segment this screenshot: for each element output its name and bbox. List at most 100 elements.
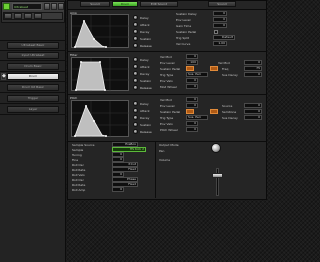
header-button-3[interactable] xyxy=(58,3,64,10)
filter-extra-label: Vel Mod xyxy=(218,61,230,65)
nav-item-drum[interactable]: Drum xyxy=(7,73,59,80)
nav-item-ultrabeat-basic[interactable]: Ultrabeat Basic xyxy=(7,42,59,49)
sample-field-label: Roll Osc xyxy=(72,178,84,182)
filter-sustain-label: Sustain xyxy=(140,79,152,83)
amp-sustain-label: Sustain xyxy=(140,37,152,41)
tab-sound-right[interactable]: Sound xyxy=(208,1,236,7)
pitch-param-value[interactable]: 0 xyxy=(186,127,198,132)
sample-field-label: Roll Amp xyxy=(72,188,86,192)
amp-sustain-pedal-checkbox[interactable] xyxy=(214,30,218,34)
pitch-sustain-knob[interactable] xyxy=(133,122,138,127)
amp-param-value[interactable]: 0 xyxy=(213,17,227,22)
pitch-param-value[interactable]: 0 xyxy=(186,121,198,126)
pitch-param-label: Sustain Pedal xyxy=(160,110,181,114)
filter-param-value[interactable]: 0 xyxy=(186,78,198,83)
header-button-1[interactable] xyxy=(44,3,50,10)
pitch-sustain-pedal-toggle[interactable] xyxy=(186,109,194,114)
section-divider xyxy=(155,142,156,198)
volume-fader-handle[interactable] xyxy=(212,172,223,178)
tab-edit-sound[interactable]: Edit Sound xyxy=(140,1,178,7)
filter-envelope-graph[interactable] xyxy=(71,57,130,92)
amp-delay-label: Delay xyxy=(140,16,149,20)
nav-divider xyxy=(0,71,66,72)
pitch-param-value[interactable]: 0 xyxy=(186,103,198,108)
amp-decay-label: Decay xyxy=(140,30,150,34)
header-button-2[interactable] xyxy=(51,3,57,10)
output-mode-label: Pan xyxy=(159,149,165,153)
amp-attack-knob[interactable] xyxy=(133,22,138,27)
pitch-mode-toggle[interactable] xyxy=(210,109,218,114)
pitch-delay-knob[interactable] xyxy=(133,101,138,106)
tab-drum[interactable]: Drum xyxy=(112,1,138,7)
nav-item-layer[interactable]: Layer xyxy=(7,106,59,113)
app-title: Ultrabeat xyxy=(12,3,42,10)
sample-field-label: Sample Source xyxy=(72,143,95,147)
nav-item-trigger[interactable]: Trigger xyxy=(7,95,59,102)
pitch-trig-type-dropdown[interactable]: Sus. Peri xyxy=(186,115,208,120)
filter-sustain-pedal-toggle[interactable] xyxy=(186,66,194,71)
filter-extra-value[interactable]: 75 xyxy=(244,66,262,71)
sample-field-label: Fine xyxy=(72,158,79,162)
filter-attack-label: Attack xyxy=(140,65,150,69)
tab-sound[interactable]: Sound xyxy=(80,1,110,7)
filter-param-value[interactable]: 0 xyxy=(186,84,198,89)
nav-divider xyxy=(0,92,66,93)
filter-attack-knob[interactable] xyxy=(133,64,138,69)
pitch-decay-label: Decay xyxy=(140,116,150,120)
pitch-param-value[interactable]: 0 xyxy=(186,97,198,102)
amp-release-knob[interactable] xyxy=(133,43,138,48)
filter-extra-label: Freq xyxy=(222,67,229,71)
filter-decay-label: Decay xyxy=(140,72,150,76)
filter-sustain-knob[interactable] xyxy=(133,78,138,83)
amp-trig-dropdown[interactable]: Default xyxy=(213,35,235,40)
toolbar-button-3[interactable] xyxy=(24,13,32,19)
filter-decay-knob[interactable] xyxy=(133,71,138,76)
sample-field-value[interactable]: 0 xyxy=(112,187,124,192)
pitch-sustain-label: Sustain xyxy=(140,123,152,127)
filter-delay-knob[interactable] xyxy=(133,57,138,62)
filter-release-label: Release xyxy=(140,86,152,90)
amp-envelope-graph[interactable] xyxy=(71,14,130,49)
toolbar-button-1[interactable] xyxy=(4,13,12,19)
filter-trig-type-dropdown[interactable]: Sus. Peri xyxy=(186,72,208,77)
pitch-extra-value[interactable]: 0 xyxy=(244,103,262,108)
filter-release-knob[interactable] xyxy=(133,85,138,90)
filter-extra-value[interactable]: 0 xyxy=(244,72,262,77)
pitch-extra-value[interactable]: 0 xyxy=(244,115,262,120)
pitch-attack-knob[interactable] xyxy=(133,108,138,113)
pitch-decay-knob[interactable] xyxy=(133,115,138,120)
nav-item-drum-basic[interactable]: Drum Basic xyxy=(7,63,59,70)
drum-icon: ◆ xyxy=(1,73,6,80)
filter-extra-value[interactable]: 0 xyxy=(244,60,262,65)
sample-field-label: Sample xyxy=(72,148,84,152)
nav-item-drum-kit-basic[interactable]: Drum Kit Basic xyxy=(7,84,59,91)
pitch-extra-value[interactable]: 0 xyxy=(244,109,262,114)
amp-decay-knob[interactable] xyxy=(133,29,138,34)
pitch-param-label: Vel Mod xyxy=(160,98,172,102)
toolbar-button-2[interactable] xyxy=(14,13,22,19)
nav-divider xyxy=(0,50,66,51)
amp-param-value[interactable]: 0 xyxy=(213,11,227,16)
amp-attack-label: Attack xyxy=(140,23,150,27)
amp-sustain-knob[interactable] xyxy=(133,36,138,41)
pitch-param-label: Env Level xyxy=(160,104,175,108)
filter-param-label: Mod Wheel xyxy=(160,85,177,89)
pan-knob[interactable] xyxy=(211,143,221,153)
pitch-envelope-graph[interactable] xyxy=(71,100,130,138)
pitch-release-knob[interactable] xyxy=(133,129,138,134)
filter-mode-toggle[interactable] xyxy=(210,66,218,71)
pitch-param-label: Trig Type xyxy=(160,116,174,120)
volume-label: Volume xyxy=(159,158,171,162)
amp-param-value[interactable]: 0 xyxy=(213,23,227,28)
toolbar-button-4[interactable] xyxy=(34,13,42,19)
filter-param-label: Env Velo xyxy=(160,79,173,83)
pitch-param-label: Pitch Wheel xyxy=(160,128,178,132)
filter-param-value[interactable]: 0 xyxy=(186,54,198,59)
amp-param-label: Gain Time xyxy=(176,24,192,28)
nav-divider xyxy=(0,60,66,61)
amp-delay-knob[interactable] xyxy=(133,15,138,20)
amp-param-value[interactable]: 1.00 xyxy=(213,41,227,46)
nav-item-input-ultrabeat[interactable]: Input Ultrabeat xyxy=(7,52,59,59)
nav-divider xyxy=(0,114,66,115)
filter-param-value[interactable]: 100 xyxy=(186,60,198,65)
